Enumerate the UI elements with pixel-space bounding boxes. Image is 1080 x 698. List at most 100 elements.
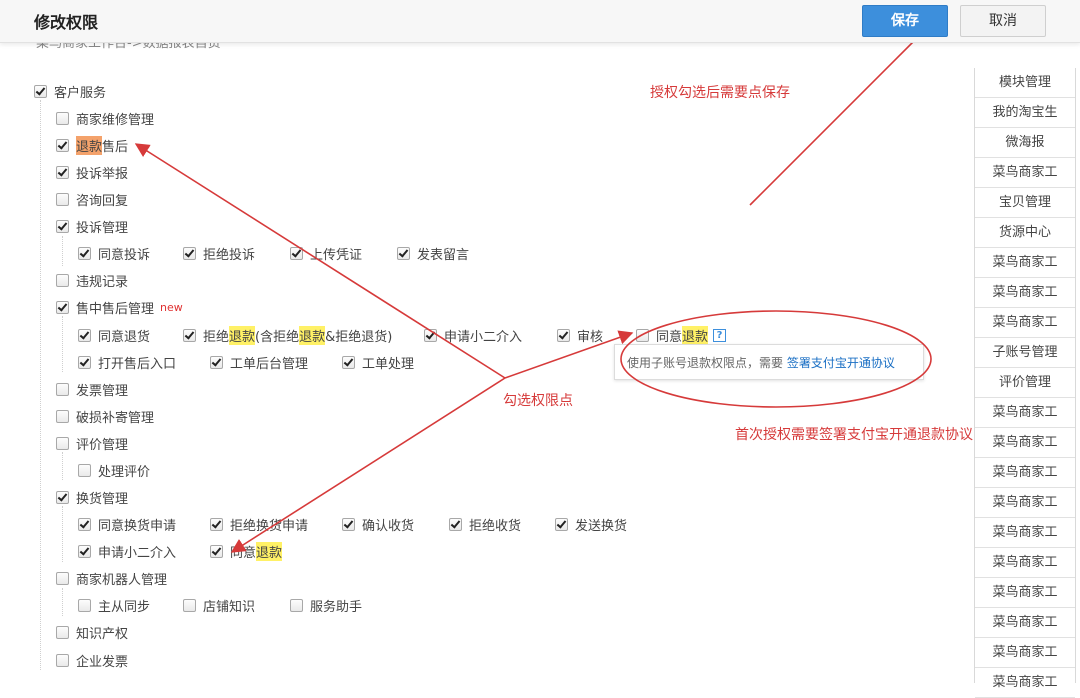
checkbox-icon[interactable] — [210, 544, 223, 558]
panel-item[interactable]: 菜鸟商家工 — [975, 608, 1075, 638]
checkbox-icon[interactable] — [449, 517, 462, 531]
checkbox-icon[interactable] — [56, 300, 69, 314]
checkbox-icon[interactable] — [210, 517, 223, 531]
tree-node-master-slave-sync[interactable]: 主从同步 — [78, 595, 150, 615]
tree-node-inquiry-reply[interactable]: 咨询回复 — [56, 189, 128, 209]
checkbox-icon[interactable] — [78, 463, 91, 477]
tree-node-agree-exchange-apply[interactable]: 同意换货申请 — [78, 514, 176, 534]
tree-node-confirm-receipt[interactable]: 确认收货 — [342, 514, 414, 534]
tree-node-reject-exchange-apply[interactable]: 拒绝换货申请 — [210, 514, 308, 534]
checkbox-icon[interactable] — [555, 517, 568, 531]
tree-node-review-mgmt[interactable]: 评价管理 — [56, 433, 128, 453]
checkbox-icon[interactable] — [56, 219, 69, 233]
checkbox-icon[interactable] — [78, 544, 91, 558]
tree-node-exchange-mgmt[interactable]: 换货管理 — [56, 487, 128, 507]
tree-node-review[interactable]: 审核 — [557, 325, 603, 345]
checkbox-icon[interactable] — [56, 382, 69, 396]
checkbox-icon[interactable] — [183, 328, 196, 342]
panel-item[interactable]: 微海报 — [975, 128, 1075, 158]
checkbox-icon[interactable] — [56, 490, 69, 504]
tree-node-invoice-mgmt[interactable]: 发票管理 — [56, 379, 128, 399]
checkbox-icon[interactable] — [424, 328, 437, 342]
panel-item[interactable]: 菜鸟商家工 — [975, 518, 1075, 548]
panel-item[interactable]: 货源中心 — [975, 218, 1075, 248]
panel-item[interactable]: 我的淘宝生 — [975, 98, 1075, 128]
tree-node-robot-mgmt[interactable]: 商家机器人管理 — [56, 568, 167, 588]
tree-node-customer-service[interactable]: 客户服务 — [34, 81, 106, 101]
panel-item[interactable]: 菜鸟商家工 — [975, 578, 1075, 608]
panel-item[interactable]: 菜鸟商家工 — [975, 548, 1075, 578]
panel-item[interactable]: 宝贝管理 — [975, 188, 1075, 218]
panel-item[interactable]: 菜鸟商家工 — [975, 488, 1075, 518]
tree-node-violation-record[interactable]: 违规记录 — [56, 270, 128, 290]
tree-node-damage-comp-mgmt[interactable]: 破损补寄管理 — [56, 406, 154, 426]
tree-node-apply-intervene-2[interactable]: 申请小二介入 — [78, 541, 176, 561]
tree-node-in-after-sale-mgmt[interactable]: 售中售后管理 new — [56, 297, 183, 317]
cancel-button[interactable]: 取消 — [960, 5, 1046, 37]
tree-node-service-assistant[interactable]: 服务助手 — [290, 595, 362, 615]
tree-node-process-review[interactable]: 处理评价 — [78, 460, 150, 480]
checkbox-icon[interactable] — [56, 436, 69, 450]
checkbox-icon[interactable] — [342, 355, 355, 369]
checkbox-icon[interactable] — [56, 571, 69, 585]
checkbox-icon[interactable] — [78, 517, 91, 531]
tree-node-refund-after-sale[interactable]: 退款 售后 — [56, 135, 128, 155]
checkbox-icon[interactable] — [56, 273, 69, 287]
panel-item[interactable]: 菜鸟商家工 — [975, 278, 1075, 308]
tree-node-agree-return[interactable]: 同意退货 — [78, 325, 150, 345]
sign-agreement-link[interactable]: 签署支付宝开通协议 — [787, 356, 895, 370]
checkbox-icon[interactable] — [56, 111, 69, 125]
panel-item[interactable]: 菜鸟商家工 — [975, 458, 1075, 488]
tree-node-post-message[interactable]: 发表留言 — [397, 243, 469, 263]
checkbox-icon[interactable] — [34, 84, 47, 98]
tree-node-complaint-report[interactable]: 投诉举报 — [56, 162, 128, 182]
tree-node-agree-refund-2[interactable]: 同意 退款 — [210, 541, 283, 561]
checkbox-icon[interactable] — [78, 328, 91, 342]
checkbox-icon[interactable] — [183, 246, 196, 260]
checkbox-icon[interactable] — [636, 328, 649, 342]
tree-node-send-exchange[interactable]: 发送换货 — [555, 514, 627, 534]
checkbox-icon[interactable] — [56, 138, 69, 152]
tree-node-ticket-backend[interactable]: 工单后台管理 — [210, 352, 308, 372]
checkbox-icon[interactable] — [78, 598, 91, 612]
checkbox-icon[interactable] — [56, 192, 69, 206]
panel-item[interactable]: 菜鸟商家工 — [975, 398, 1075, 428]
panel-item[interactable]: 模块管理 — [975, 68, 1075, 98]
save-button[interactable]: 保存 — [862, 5, 948, 37]
checkbox-icon[interactable] — [397, 246, 410, 260]
checkbox-icon[interactable] — [56, 625, 69, 639]
tree-node-ticket-process[interactable]: 工单处理 — [342, 352, 414, 372]
tree-node-store-knowledge[interactable]: 店铺知识 — [183, 595, 255, 615]
panel-item[interactable]: 菜鸟商家工 — [975, 428, 1075, 458]
checkbox-icon[interactable] — [56, 409, 69, 423]
panel-item[interactable]: 菜鸟商家工 — [975, 158, 1075, 188]
tree-node-repair[interactable]: 商家维修管理 — [56, 108, 154, 128]
panel-item[interactable]: 菜鸟商家工 — [975, 308, 1075, 338]
checkbox-icon[interactable] — [290, 598, 303, 612]
tree-node-reject-receipt[interactable]: 拒绝收货 — [449, 514, 521, 534]
panel-item[interactable]: 菜鸟商家工 — [975, 638, 1075, 668]
help-icon[interactable]: ? — [713, 328, 727, 342]
tree-node-agree-refund[interactable]: 同意 退款 ? — [636, 325, 727, 345]
tree-node-reject-complaint[interactable]: 拒绝投诉 — [183, 243, 255, 263]
tree-node-complaint-mgmt[interactable]: 投诉管理 — [56, 216, 128, 236]
tree-node-open-after-sale-entry[interactable]: 打开售后入口 — [78, 352, 176, 372]
checkbox-icon[interactable] — [290, 246, 303, 260]
checkbox-icon[interactable] — [56, 165, 69, 179]
checkbox-icon[interactable] — [78, 355, 91, 369]
checkbox-icon[interactable] — [342, 517, 355, 531]
panel-item[interactable]: 菜鸟商家工 — [975, 248, 1075, 278]
tree-node-agree-complaint[interactable]: 同意投诉 — [78, 243, 150, 263]
tree-node-reject-refund[interactable]: 拒绝 退款 (含拒绝 退款 &拒绝退货) — [183, 325, 392, 345]
panel-item[interactable]: 评价管理 — [975, 368, 1075, 398]
tree-node-apply-intervene[interactable]: 申请小二介入 — [424, 325, 522, 345]
panel-item[interactable]: 菜鸟商家工 — [975, 668, 1075, 698]
tree-node-upload-voucher[interactable]: 上传凭证 — [290, 243, 362, 263]
checkbox-icon[interactable] — [78, 246, 91, 260]
checkbox-icon[interactable] — [56, 653, 69, 667]
tree-node-enterprise-invoice[interactable]: 企业发票 — [56, 650, 128, 670]
checkbox-icon[interactable] — [557, 328, 570, 342]
checkbox-icon[interactable] — [210, 355, 223, 369]
tree-node-ip[interactable]: 知识产权 — [56, 622, 128, 642]
checkbox-icon[interactable] — [183, 598, 196, 612]
